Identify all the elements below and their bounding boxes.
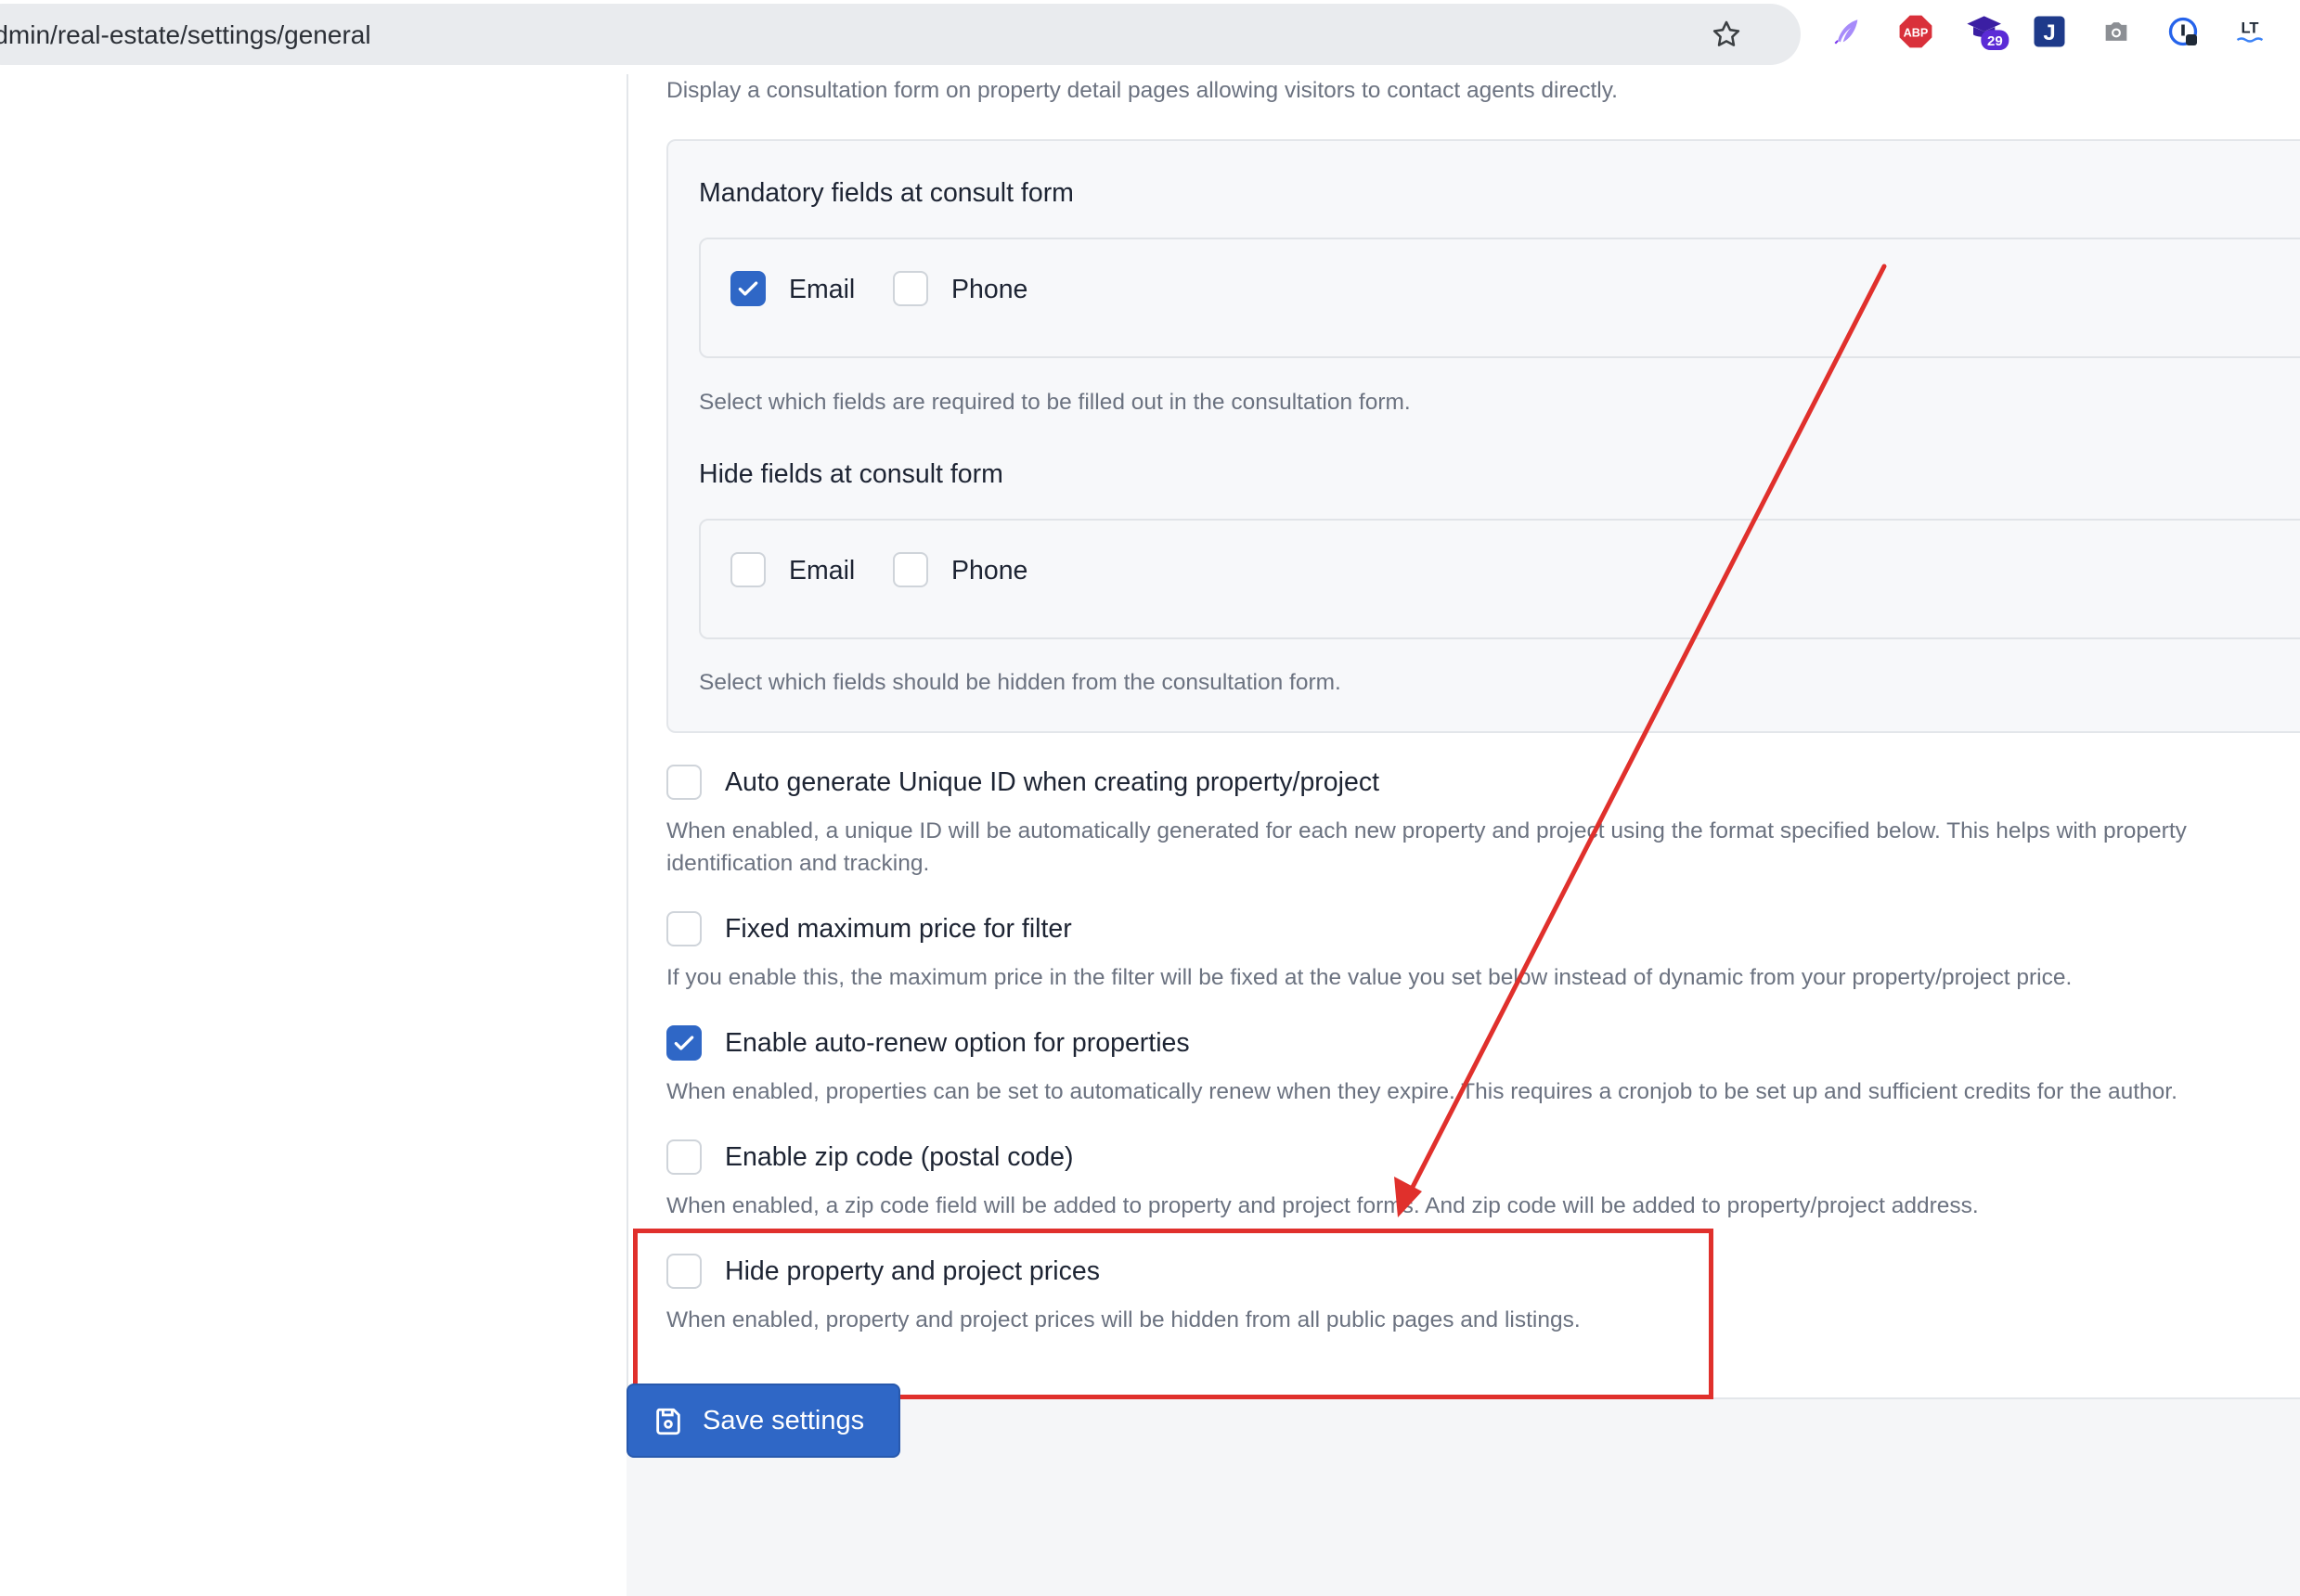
auto-generate-unique-id-help: When enabled, a unique ID will be automa… — [666, 818, 2187, 843]
mandatory-email-checkbox[interactable] — [730, 271, 766, 306]
mandatory-email-label[interactable]: Email — [789, 275, 855, 305]
hide-fields-options: Email Phone — [699, 519, 2300, 639]
fixed-max-price-label[interactable]: Fixed maximum price for filter — [725, 914, 1072, 945]
mandatory-fields-title: Mandatory fields at consult form — [699, 178, 1074, 208]
mandatory-phone-checkbox[interactable] — [893, 271, 928, 306]
svg-text:ABP: ABP — [1904, 27, 1929, 40]
hide-email-label[interactable]: Email — [789, 556, 855, 586]
password-manager-icon[interactable] — [2164, 13, 2202, 50]
auto-renew-help: When enabled, properties can be set to a… — [666, 1079, 2177, 1104]
floppy-disk-icon — [656, 1408, 680, 1435]
quill-extension-icon[interactable] — [1828, 13, 1866, 50]
svg-text:J: J — [2043, 20, 2055, 45]
browser-toolbar: /admin/real-estate/settings/general ABP … — [0, 0, 2300, 74]
camera-icon[interactable] — [2098, 13, 2135, 50]
url-text[interactable]: /admin/real-estate/settings/general — [0, 20, 371, 50]
svg-text:LT: LT — [2242, 20, 2259, 37]
graduation-cap-badge-icon[interactable]: 29 — [1964, 13, 2010, 50]
fixed-max-price-checkbox[interactable] — [666, 911, 702, 946]
enable-zip-code-help: When enabled, a zip code field will be a… — [666, 1193, 1979, 1218]
auto-renew-label[interactable]: Enable auto-renew option for properties — [725, 1028, 1190, 1059]
consult-form-description: Display a consultation form on property … — [666, 78, 1618, 103]
highlight-annotation-box — [633, 1229, 1713, 1399]
enable-zip-code-checkbox[interactable] — [666, 1139, 702, 1175]
save-settings-label: Save settings — [703, 1406, 865, 1435]
auto-renew-checkbox[interactable] — [666, 1025, 702, 1061]
svg-text:29: 29 — [1987, 33, 2003, 49]
left-sidebar-area — [0, 74, 627, 1596]
auto-generate-unique-id-label[interactable]: Auto generate Unique ID when creating pr… — [725, 767, 1379, 798]
j-extension-icon[interactable]: J — [2031, 13, 2068, 50]
address-bar[interactable]: /admin/real-estate/settings/general — [0, 4, 1801, 65]
auto-generate-unique-id-help-cont: identification and tracking. — [666, 851, 930, 876]
mandatory-phone-label[interactable]: Phone — [951, 275, 1027, 305]
mandatory-fields-help: Select which fields are required to be f… — [699, 390, 1411, 415]
hide-fields-title: Hide fields at consult form — [699, 459, 1003, 489]
enable-zip-code-label[interactable]: Enable zip code (postal code) — [725, 1142, 1073, 1173]
star-icon[interactable] — [1711, 19, 1742, 50]
hide-phone-checkbox[interactable] — [893, 552, 928, 587]
languagetool-icon[interactable]: LT — [2231, 13, 2268, 50]
adblock-plus-icon[interactable]: ABP — [1897, 13, 1934, 50]
hide-email-checkbox[interactable] — [730, 552, 766, 587]
save-settings-button[interactable]: Save settings — [627, 1384, 900, 1458]
hide-fields-help: Select which fields should be hidden fro… — [699, 670, 1341, 695]
consult-form-options-card: Mandatory fields at consult form Email P… — [666, 139, 2300, 733]
auto-generate-unique-id-checkbox[interactable] — [666, 765, 702, 800]
hide-phone-label[interactable]: Phone — [951, 556, 1027, 586]
settings-panel: Display a consultation form on property … — [627, 74, 2300, 1399]
fixed-max-price-help: If you enable this, the maximum price in… — [666, 965, 2073, 990]
mandatory-fields-options: Email Phone — [699, 238, 2300, 358]
